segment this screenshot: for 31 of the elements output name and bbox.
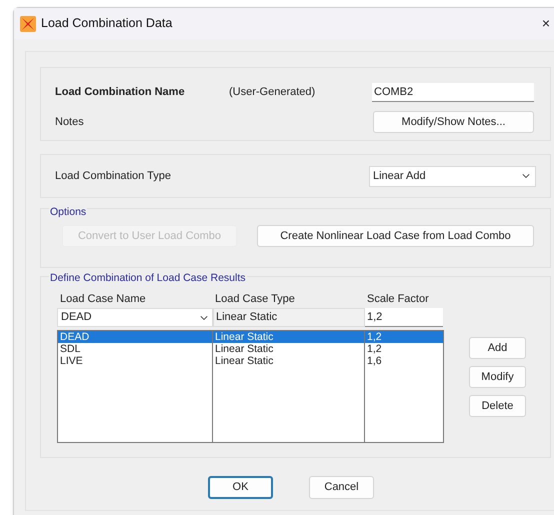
- field-note: (User-Generated): [229, 85, 316, 100]
- name-input-field[interactable]: COMB2: [372, 83, 534, 102]
- scale-factor-input-field[interactable]: 1,2: [365, 308, 443, 327]
- field-label: Load Combination Type: [55, 168, 171, 184]
- list-cell[interactable]: 1,6: [365, 355, 443, 367]
- list-action-button[interactable]: Delete: [469, 395, 526, 417]
- field-label: Notes: [55, 114, 84, 130]
- load-case-dropdown[interactable]: DEAD: [57, 308, 213, 327]
- list-cell[interactable]: SDL: [58, 343, 212, 355]
- close-button[interactable]: ×: [542, 13, 550, 34]
- option-button[interactable]: Create Nonlinear Load Case from Load Combo: [257, 225, 534, 247]
- field-label: Load Combination Name: [55, 85, 186, 100]
- list-cell[interactable]: Linear Static: [213, 355, 364, 367]
- list-cell[interactable]: Linear Static: [213, 331, 364, 343]
- list-cell[interactable]: 1,2: [365, 331, 443, 343]
- list-cell[interactable]: DEAD: [58, 331, 212, 343]
- notes-button[interactable]: Modify/Show Notes...: [373, 111, 534, 133]
- list-cell[interactable]: 1,2: [365, 343, 443, 355]
- column-header: Scale Factor: [366, 292, 430, 307]
- list-action-button[interactable]: Modify: [469, 366, 526, 388]
- combination-type-dropdown[interactable]: Linear Add: [369, 166, 536, 186]
- list-action-button[interactable]: Add: [469, 337, 526, 359]
- list-cell[interactable]: LIVE: [58, 355, 212, 367]
- column-header: Load Case Type: [214, 292, 296, 307]
- dialog-button[interactable]: OK: [208, 476, 273, 499]
- app-logo-icon: [20, 16, 36, 32]
- dialog-button[interactable]: Cancel: [309, 476, 374, 499]
- column-header: Load Case Name: [59, 292, 147, 307]
- load-case-type-field: Linear Static: [213, 308, 365, 327]
- list-cell[interactable]: Linear Static: [213, 343, 364, 355]
- window-title: Load Combination Data: [41, 15, 172, 32]
